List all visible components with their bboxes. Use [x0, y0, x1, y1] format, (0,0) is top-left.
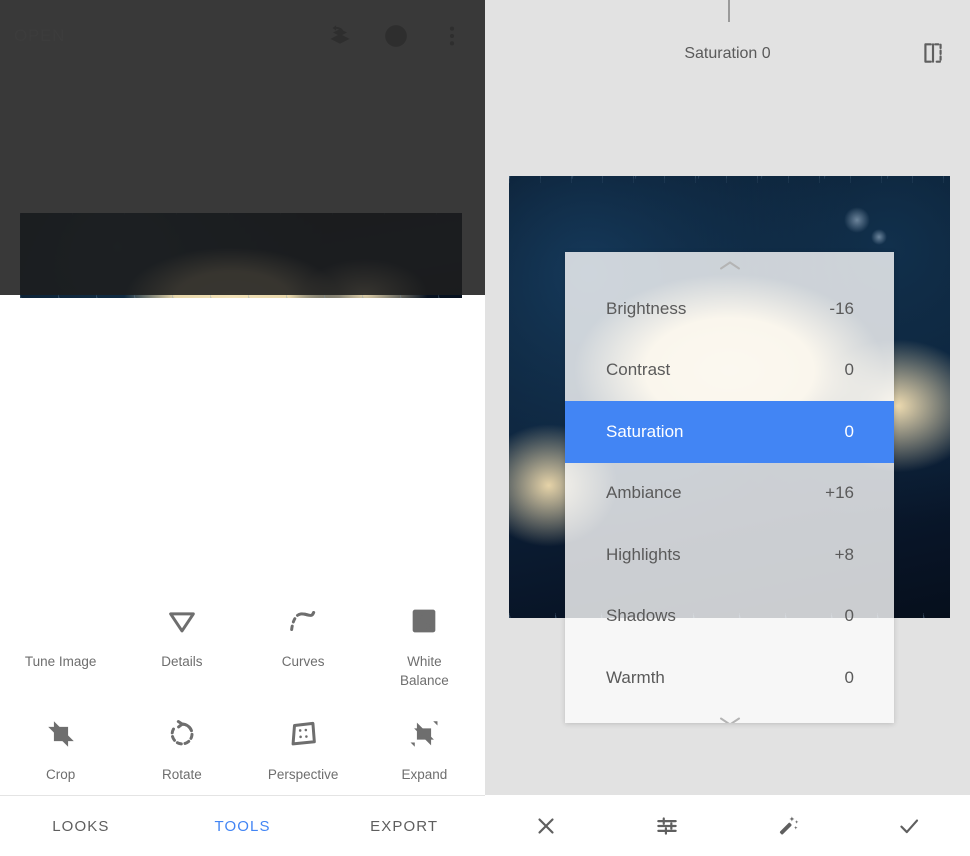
adjustment-item-brightness[interactable]: Brightness -16: [565, 278, 894, 340]
top-bar-actions: [327, 23, 471, 49]
adjustment-item-contrast[interactable]: Contrast 0: [565, 340, 894, 402]
adjustment-item-ambiance[interactable]: Ambiance +16: [565, 463, 894, 525]
tool-expand[interactable]: Expand: [364, 703, 485, 784]
auto-enhance-button[interactable]: [728, 813, 849, 839]
adjustment-item-shadows[interactable]: Shadows 0: [565, 586, 894, 648]
photo-bokeh-1: [844, 206, 871, 233]
overflow-menu-icon[interactable]: [439, 23, 465, 49]
tune-icon: [44, 604, 78, 638]
tool-label: Crop: [45, 767, 76, 782]
undo-stack-icon[interactable]: [327, 23, 353, 49]
adjustment-value: 0: [844, 360, 854, 380]
scroll-down-chevron[interactable]: [565, 709, 894, 723]
adjustment-label: Saturation: [606, 421, 684, 441]
current-adjustment-title: Saturation 0: [684, 45, 771, 62]
top-app-bar: OPEN: [0, 0, 485, 72]
adjustment-value: 0: [844, 421, 854, 441]
adjustment-value: -16: [829, 298, 854, 318]
crop-icon: [44, 717, 78, 751]
cancel-button[interactable]: [485, 813, 606, 839]
tool-label: Tune Image: [24, 654, 97, 669]
tool-label: Expand: [401, 767, 448, 782]
nav-tab-export[interactable]: EXPORT: [323, 818, 485, 835]
right-panel-tune-image: Saturation 0 Brightness -16 Contrast 0 S…: [485, 0, 970, 856]
tool-label: White Balance: [399, 654, 449, 688]
adjustment-label: Ambiance: [606, 483, 682, 503]
adjustment-item-saturation[interactable]: Saturation 0: [565, 401, 894, 463]
tool-white-balance[interactable]: WB White Balance: [364, 590, 485, 690]
tool-label: Details: [161, 654, 203, 669]
adjustment-label: Highlights: [606, 544, 681, 564]
adjustment-value: 0: [844, 667, 854, 687]
nav-tab-tools[interactable]: TOOLS: [162, 818, 324, 835]
tool-tune-image[interactable]: Tune Image: [0, 590, 121, 671]
svg-text:W: W: [418, 612, 427, 622]
perspective-icon: [286, 717, 320, 751]
tools-grid: Tune Image Details Curves WB White Balan…: [0, 590, 485, 795]
info-icon[interactable]: [383, 23, 409, 49]
tool-label: Rotate: [161, 767, 202, 782]
tool-label: Curves: [281, 654, 325, 669]
svg-text:B: B: [426, 622, 432, 632]
scroll-up-chevron[interactable]: [565, 252, 894, 278]
nav-tab-looks[interactable]: LOOKS: [0, 818, 162, 835]
apply-button[interactable]: [849, 813, 970, 839]
tool-details[interactable]: Details: [121, 590, 242, 671]
slider-position-indicator: [728, 0, 730, 22]
white-balance-icon: WB: [407, 604, 441, 638]
tools-grid-scroll[interactable]: Tune Image Details Curves WB White Balan…: [0, 295, 485, 795]
open-button[interactable]: OPEN: [14, 26, 65, 46]
tool-label: Perspective: [267, 767, 339, 782]
editor-action-bar: [485, 795, 970, 856]
tool-rotate[interactable]: Rotate: [121, 703, 242, 784]
curves-icon: [286, 604, 320, 638]
bottom-nav-bar: LOOKS TOOLS EXPORT: [0, 795, 485, 856]
tool-crop[interactable]: Crop: [0, 703, 121, 784]
tool-perspective[interactable]: Perspective: [243, 703, 364, 784]
adjustment-value: +16: [825, 483, 854, 503]
expand-icon: [407, 717, 441, 751]
adjustment-value: 0: [844, 606, 854, 626]
adjustment-menu[interactable]: Brightness -16 Contrast 0 Saturation 0 A…: [565, 252, 894, 723]
adjustment-label: Warmth: [606, 667, 665, 687]
details-icon: [165, 604, 199, 638]
adjustment-item-warmth[interactable]: Warmth 0: [565, 647, 894, 709]
adjustment-label: Shadows: [606, 606, 676, 626]
adjustment-label: Brightness: [606, 298, 687, 318]
adjustment-label: Contrast: [606, 360, 671, 380]
adjust-button[interactable]: [606, 813, 727, 839]
app-screen: OPEN Tune Image Details Curves W B White…: [0, 0, 970, 856]
adjustment-header: Saturation 0: [485, 32, 970, 76]
photo-bokeh-2: [870, 229, 887, 246]
adjustment-item-highlights[interactable]: Highlights +8: [565, 524, 894, 586]
left-panel-tools-view: OPEN Tune Image Details Curves W B White…: [0, 0, 485, 856]
rotate-icon: [165, 717, 199, 751]
adjustment-value: +8: [834, 544, 854, 564]
tool-curves[interactable]: Curves: [243, 590, 364, 671]
